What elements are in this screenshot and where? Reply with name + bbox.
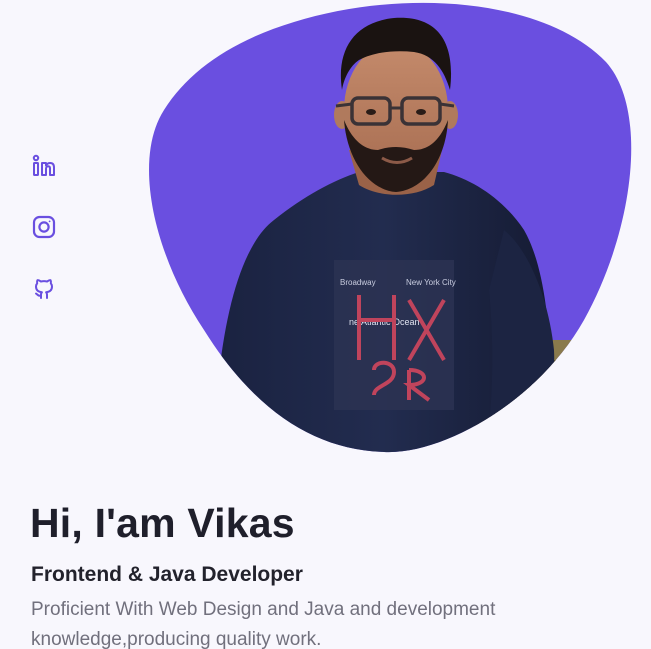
linkedin-link[interactable] — [30, 154, 58, 182]
hero-subtitle: Frontend & Java Developer — [31, 563, 303, 586]
profile-photo: Broadway New York City ne Atlantic Ocean — [149, 2, 632, 453]
instagram-link[interactable] — [30, 215, 58, 243]
hero-description: Proficient With Web Design and Java and … — [31, 599, 496, 649]
svg-text:New York City: New York City — [406, 278, 456, 287]
github-link[interactable] — [30, 277, 58, 305]
hero-title: Hi, I'am Vikas — [30, 500, 295, 546]
home-section: Broadway New York City ne Atlantic Ocean — [0, 0, 651, 649]
github-icon — [31, 276, 57, 307]
svg-text:Broadway: Broadway — [340, 278, 376, 287]
instagram-icon — [31, 214, 57, 245]
linkedin-icon — [31, 153, 57, 184]
profile-blob: Broadway New York City ne Atlantic Ocean — [144, 0, 632, 455]
